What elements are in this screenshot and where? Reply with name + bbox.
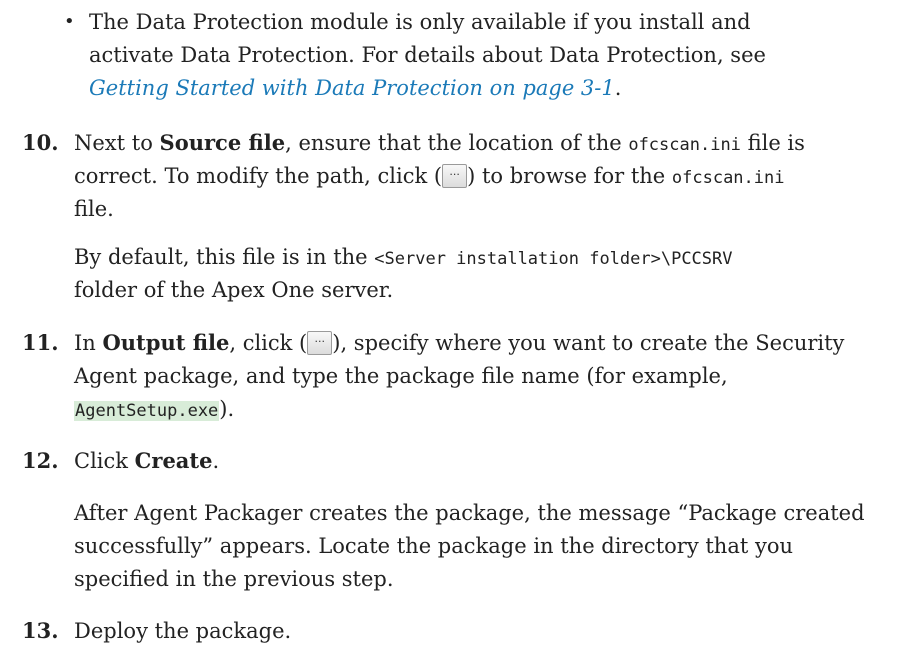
step-10-line-2: correct. To modify the path, click (...)… — [74, 162, 784, 192]
step-10-number: 10. — [22, 130, 59, 155]
ofcscan-ini-code: ofcscan.ini — [671, 168, 785, 188]
step-11-line-2: Agent package, and type the package file… — [74, 364, 728, 388]
step-12-note-line-1: After Agent Packager creates the package… — [74, 501, 865, 525]
text-segment: , ensure that the location of the — [285, 131, 629, 155]
step-13-line-1: Deploy the package. — [74, 619, 292, 643]
step-12-number: 12. — [22, 448, 59, 473]
bullet-line-1: The Data Protection module is only avail… — [89, 10, 751, 34]
text-segment: Next to — [74, 131, 160, 155]
step-11-number: 11. — [22, 330, 59, 355]
step-10-note-line-1: By default, this file is in the <Server … — [74, 243, 733, 273]
text-segment: Click — [74, 449, 135, 473]
text-segment: correct. To modify the path, click ( — [74, 164, 443, 188]
step-10-line-1: Next to Source file, ensure that the loc… — [74, 129, 805, 159]
text-segment: . — [212, 449, 220, 473]
text-segment: file is — [740, 131, 805, 155]
bullet-line-3: Getting Started with Data Protection on … — [89, 74, 621, 102]
bullet-link-suffix: . — [614, 76, 622, 100]
text-segment: , click ( — [229, 331, 308, 355]
step-13-number: 13. — [22, 618, 59, 643]
step-11-line-1: In Output file, click (...), specify whe… — [74, 329, 844, 357]
browse-button-icon: ... — [307, 330, 333, 355]
output-file-label: Output file — [102, 330, 230, 355]
create-label: Create — [134, 448, 213, 473]
bullet-marker: • — [64, 11, 75, 32]
step-10-note-line-2: folder of the Apex One server. — [74, 278, 394, 302]
step-12-line-1: Click Create. — [74, 447, 219, 475]
data-protection-link[interactable]: Getting Started with Data Protection on … — [89, 76, 615, 100]
text-segment: In — [74, 331, 103, 355]
ofcscan-ini-code: ofcscan.ini — [628, 135, 741, 155]
step-10-line-3: file. — [74, 197, 114, 221]
agentsetup-exe-code: AgentSetup.exe — [74, 401, 220, 421]
text-segment: ). — [219, 397, 235, 421]
text-segment: ), specify where you want to create the … — [332, 331, 845, 355]
step-12-note-line-2: successfully” appears. Locate the packag… — [74, 534, 793, 558]
step-11-line-3: AgentSetup.exe). — [74, 395, 234, 425]
source-file-label: Source file — [159, 130, 286, 155]
browse-button-icon: ... — [442, 163, 468, 188]
text-segment: By default, this file is in the — [74, 245, 375, 269]
bullet-line-2: activate Data Protection. For details ab… — [89, 43, 766, 67]
server-folder-path-code: <Server installation folder>\PCCSRV — [374, 249, 733, 269]
step-12-note-line-3: specified in the previous step. — [74, 567, 394, 591]
text-segment: ) to browse for the — [467, 164, 672, 188]
